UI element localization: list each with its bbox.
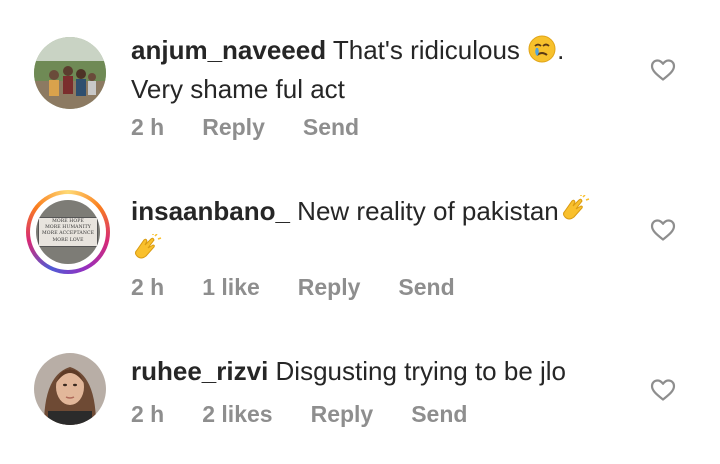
comment-3-meta: 2 h 2 likes Reply Send [131, 401, 505, 428]
reply-button[interactable]: Reply [202, 114, 265, 141]
story-ring[interactable]: MORE HOPE MORE HUMANITY MORE ACCEPTANCE … [26, 190, 110, 274]
likes-count-button[interactable]: 1 like [202, 274, 260, 301]
send-button[interactable]: Send [398, 274, 454, 301]
comment-1-meta: 2 h Reply Send [131, 114, 397, 141]
comment-username[interactable]: anjum_naveeed [131, 35, 326, 65]
comment-body-punctuation: . [557, 35, 565, 65]
comment-2-meta: 2 h 1 like Reply Send [131, 274, 493, 301]
avatar-anjum[interactable] [34, 37, 106, 109]
likes-count-button[interactable]: 2 likes [202, 401, 272, 428]
avatar-ruhee[interactable] [34, 353, 106, 425]
avatar-quote-card: MORE HOPE MORE HUMANITY MORE ACCEPTANCE … [38, 217, 98, 247]
profile-photo-image [34, 353, 106, 425]
comment-time: 2 h [131, 401, 165, 427]
comment-body: New reality of pakistan [297, 196, 559, 226]
comment-1: anjum_naveeed That's ridiculous . Very s… [0, 0, 720, 150]
comment-time: 2 h [131, 114, 165, 140]
avatar-insaanbano: MORE HOPE MORE HUMANITY MORE ACCEPTANCE … [36, 200, 100, 264]
reply-button[interactable]: Reply [311, 401, 374, 428]
comment-body: That's ridiculous [332, 35, 520, 65]
comment-username[interactable]: insaanbano_ [131, 196, 290, 226]
comment-body-line2: Very shame ful act [131, 74, 345, 104]
heart-outline-icon[interactable] [650, 58, 676, 82]
comment-3: ruhee_rizvi Disgusting trying to be jlo … [0, 310, 720, 464]
clapping-hands-emoji [131, 233, 163, 272]
comment-3-text: ruhee_rizvi Disgusting trying to be jlo [131, 354, 611, 388]
comment-1-text: anjum_naveeed That's ridiculous . Very s… [131, 33, 611, 106]
send-button[interactable]: Send [411, 401, 467, 428]
comment-2: MORE HOPE MORE HUMANITY MORE ACCEPTANCE … [0, 150, 720, 310]
comment-body: Disgusting trying to be jlo [275, 356, 567, 386]
heart-outline-icon[interactable] [650, 378, 676, 402]
comment-2-text: insaanbano_ New reality of pakistan [131, 194, 611, 272]
comment-username[interactable]: ruhee_rizvi [131, 356, 268, 386]
group-photo-image [34, 37, 106, 109]
crying-face-emoji [527, 34, 557, 72]
clapping-hands-emoji [559, 194, 591, 233]
send-button[interactable]: Send [303, 114, 359, 141]
comment-time: 2 h [131, 274, 165, 300]
reply-button[interactable]: Reply [298, 274, 361, 301]
heart-outline-icon[interactable] [650, 218, 676, 242]
